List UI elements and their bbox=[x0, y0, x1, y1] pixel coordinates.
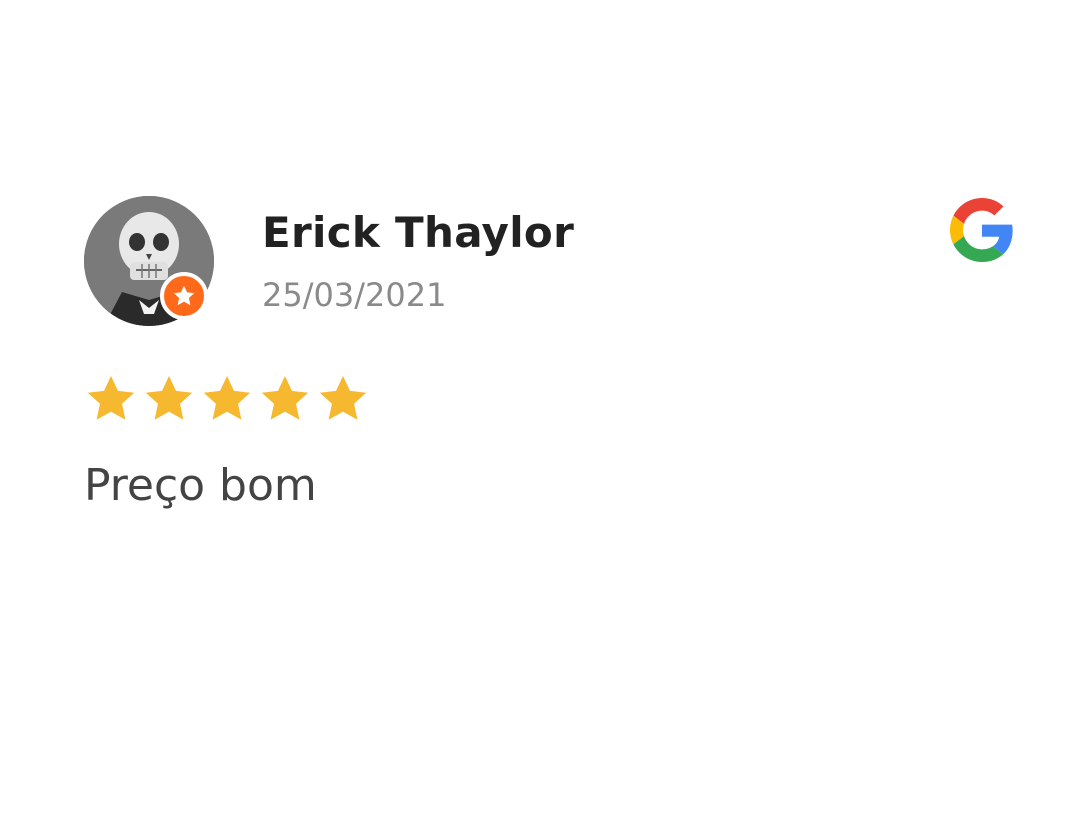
star-icon bbox=[145, 376, 193, 420]
star-icon bbox=[319, 376, 367, 420]
review-text: Preço bom bbox=[84, 460, 317, 511]
star-icon bbox=[261, 376, 309, 420]
avatar bbox=[84, 196, 214, 326]
star-icon bbox=[87, 376, 135, 420]
google-icon bbox=[950, 198, 1014, 262]
review-date: 25/03/2021 bbox=[262, 276, 447, 314]
star-icon bbox=[203, 376, 251, 420]
star-badge-icon bbox=[160, 272, 208, 320]
author-name: Erick Thaylor bbox=[262, 208, 575, 257]
star-rating bbox=[84, 372, 370, 426]
review-card: Erick Thaylor 25/03/2021 Preço bom bbox=[0, 0, 1080, 832]
